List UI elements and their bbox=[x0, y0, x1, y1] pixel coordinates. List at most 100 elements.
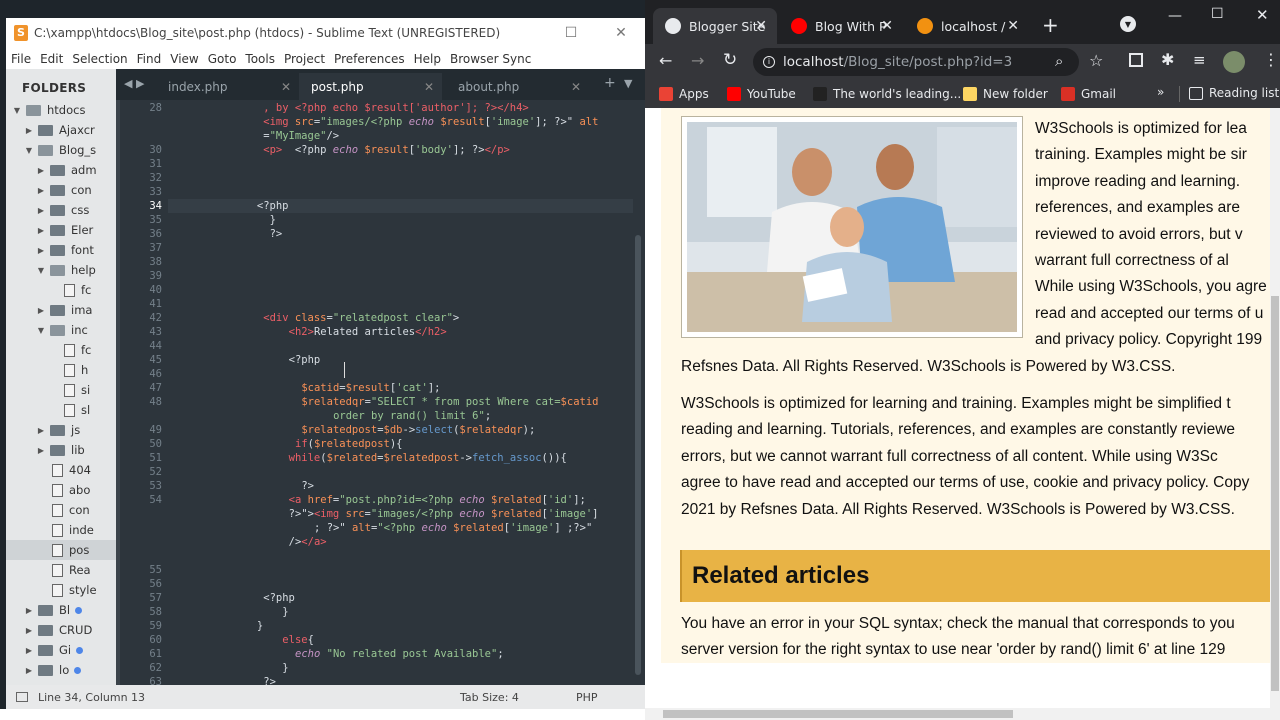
tree-item[interactable]: fc bbox=[6, 280, 116, 300]
panel-toggle-icon[interactable] bbox=[16, 692, 28, 702]
tree-item[interactable]: fc bbox=[6, 340, 116, 360]
extensions-icon[interactable]: ✱ bbox=[1161, 50, 1174, 69]
minimize-icon[interactable]: — bbox=[1168, 8, 1182, 24]
tree-item[interactable]: ▶ css bbox=[6, 200, 116, 220]
expand-arrow-icon[interactable]: ▶ bbox=[24, 126, 34, 135]
maximize-icon[interactable]: ☐ bbox=[551, 18, 591, 48]
tree-item[interactable]: ▶ font bbox=[6, 240, 116, 260]
media-control-icon[interactable]: ≡ bbox=[1193, 51, 1206, 69]
tab-search-icon[interactable]: ▼ bbox=[1120, 16, 1136, 32]
expand-arrow-icon[interactable]: ▶ bbox=[24, 646, 34, 655]
expand-arrow-icon[interactable]: ▶ bbox=[36, 306, 46, 315]
scroll-thumb[interactable] bbox=[1271, 296, 1279, 691]
menu-item[interactable]: Preferences bbox=[334, 52, 405, 66]
tree-item[interactable]: con bbox=[6, 500, 116, 520]
browser-tab[interactable]: localhost / ✕ bbox=[905, 8, 1029, 44]
code-editor[interactable]: , by <?php echo $result['author']; ?></h… bbox=[168, 100, 633, 685]
new-tab-button[interactable]: + bbox=[1042, 13, 1059, 37]
bookmark-item[interactable]: Apps bbox=[659, 80, 709, 108]
forward-icon[interactable]: → bbox=[691, 51, 704, 70]
tree-item[interactable]: ▶ adm bbox=[6, 160, 116, 180]
tree-item[interactable]: ▶ Eler bbox=[6, 220, 116, 240]
status-tab-size[interactable]: Tab Size: 4 bbox=[460, 691, 519, 704]
tree-item[interactable]: ▶ CRUD bbox=[6, 620, 116, 640]
menu-icon[interactable]: ⋮ bbox=[1263, 50, 1279, 69]
close-tab-icon[interactable]: ✕ bbox=[755, 18, 767, 34]
menu-item[interactable]: Browser Sync bbox=[450, 52, 531, 66]
tree-item[interactable]: sl bbox=[6, 400, 116, 420]
menu-item[interactable]: Project bbox=[284, 52, 325, 66]
expand-arrow-icon[interactable]: ▼ bbox=[12, 106, 22, 115]
bookmark-star-icon[interactable]: ☆ bbox=[1089, 51, 1103, 70]
page-horizontal-scrollbar[interactable] bbox=[645, 708, 1280, 720]
reading-list-button[interactable]: Reading list bbox=[1209, 86, 1279, 100]
back-icon[interactable]: ← bbox=[659, 51, 672, 70]
expand-arrow-icon[interactable]: ▶ bbox=[24, 606, 34, 615]
tree-item[interactable]: Rea bbox=[6, 560, 116, 580]
close-tab-icon[interactable]: ✕ bbox=[424, 80, 434, 94]
tree-item[interactable]: ▼ inc bbox=[6, 320, 116, 340]
tree-item[interactable]: ▶ Ajaxcr bbox=[6, 120, 116, 140]
screenshot-icon[interactable] bbox=[1129, 53, 1143, 67]
editor-tab[interactable]: about.php ✕ bbox=[446, 73, 589, 100]
tab-dropdown-icon[interactable]: ▼ bbox=[624, 77, 632, 90]
close-icon[interactable]: ✕ bbox=[1256, 6, 1269, 24]
expand-arrow-icon[interactable]: ▶ bbox=[24, 626, 34, 635]
expand-arrow-icon[interactable]: ▶ bbox=[36, 446, 46, 455]
menu-item[interactable]: File bbox=[11, 52, 31, 66]
menu-item[interactable]: Selection bbox=[72, 52, 127, 66]
tree-item[interactable]: ▼ htdocs bbox=[6, 100, 116, 120]
tree-item[interactable]: ▶ Bl bbox=[6, 600, 116, 620]
tree-item[interactable]: ▶ con bbox=[6, 180, 116, 200]
menu-item[interactable]: Tools bbox=[245, 52, 275, 66]
reload-icon[interactable]: ↻ bbox=[723, 50, 737, 70]
bookmarks-more-icon[interactable]: » bbox=[1157, 85, 1164, 99]
tree-item[interactable]: ▶ js bbox=[6, 420, 116, 440]
scroll-thumb[interactable] bbox=[663, 710, 1013, 718]
avatar[interactable] bbox=[1223, 51, 1245, 73]
address-bar[interactable]: i localhost/Blog_site/post.php?id=3 ⌕ bbox=[753, 48, 1079, 76]
menu-item[interactable]: Find bbox=[137, 52, 162, 66]
bookmark-item[interactable]: The world's leading... bbox=[813, 80, 961, 108]
editor-tab[interactable]: index.php ✕ bbox=[156, 73, 299, 100]
expand-arrow-icon[interactable]: ▶ bbox=[36, 246, 46, 255]
tree-item[interactable]: ▶ lo bbox=[6, 660, 116, 680]
maximize-icon[interactable]: ☐ bbox=[1211, 6, 1224, 22]
page-vertical-scrollbar[interactable] bbox=[1270, 108, 1280, 708]
browser-tab[interactable]: Blog With P ✕ bbox=[779, 8, 903, 44]
tree-item[interactable]: 404 bbox=[6, 460, 116, 480]
tree-item[interactable]: ▼ Blog_s bbox=[6, 140, 116, 160]
new-tab-icon[interactable]: + bbox=[604, 75, 616, 91]
close-tab-icon[interactable]: ✕ bbox=[571, 80, 581, 94]
expand-arrow-icon[interactable]: ▶ bbox=[36, 206, 46, 215]
menu-item[interactable]: Help bbox=[414, 52, 441, 66]
browser-tab[interactable]: Blogger Site ✕ bbox=[653, 8, 777, 44]
expand-arrow-icon[interactable]: ▼ bbox=[24, 146, 34, 155]
bookmark-item[interactable]: YouTube bbox=[727, 80, 796, 108]
editor-tab[interactable]: post.php ✕ bbox=[299, 73, 442, 100]
tree-item[interactable]: ▼ help bbox=[6, 260, 116, 280]
tree-item[interactable]: si bbox=[6, 380, 116, 400]
tree-item[interactable]: pos bbox=[6, 540, 116, 560]
expand-arrow-icon[interactable]: ▶ bbox=[36, 226, 46, 235]
menu-item[interactable]: Edit bbox=[40, 52, 63, 66]
close-tab-icon[interactable]: ✕ bbox=[1007, 18, 1019, 34]
site-info-icon[interactable]: i bbox=[763, 56, 775, 68]
tree-item[interactable]: abo bbox=[6, 480, 116, 500]
zoom-icon[interactable]: ⌕ bbox=[1055, 52, 1063, 70]
expand-arrow-icon[interactable]: ▶ bbox=[36, 186, 46, 195]
expand-arrow-icon[interactable]: ▶ bbox=[36, 426, 46, 435]
scroll-thumb[interactable] bbox=[635, 235, 641, 675]
expand-arrow-icon[interactable]: ▼ bbox=[36, 266, 46, 275]
expand-arrow-icon[interactable]: ▼ bbox=[36, 326, 46, 335]
tree-item[interactable]: h bbox=[6, 360, 116, 380]
expand-arrow-icon[interactable]: ▶ bbox=[24, 666, 34, 675]
close-icon[interactable]: ✕ bbox=[601, 18, 641, 48]
bookmark-item[interactable]: New folder bbox=[963, 80, 1048, 108]
tree-item[interactable]: ▶ ima bbox=[6, 300, 116, 320]
editor-scrollbar[interactable] bbox=[633, 100, 645, 685]
close-tab-icon[interactable]: ✕ bbox=[281, 80, 291, 94]
tree-item[interactable]: ▶ lib bbox=[6, 440, 116, 460]
bookmark-item[interactable]: Gmail bbox=[1061, 80, 1116, 108]
tree-item[interactable]: inde bbox=[6, 520, 116, 540]
